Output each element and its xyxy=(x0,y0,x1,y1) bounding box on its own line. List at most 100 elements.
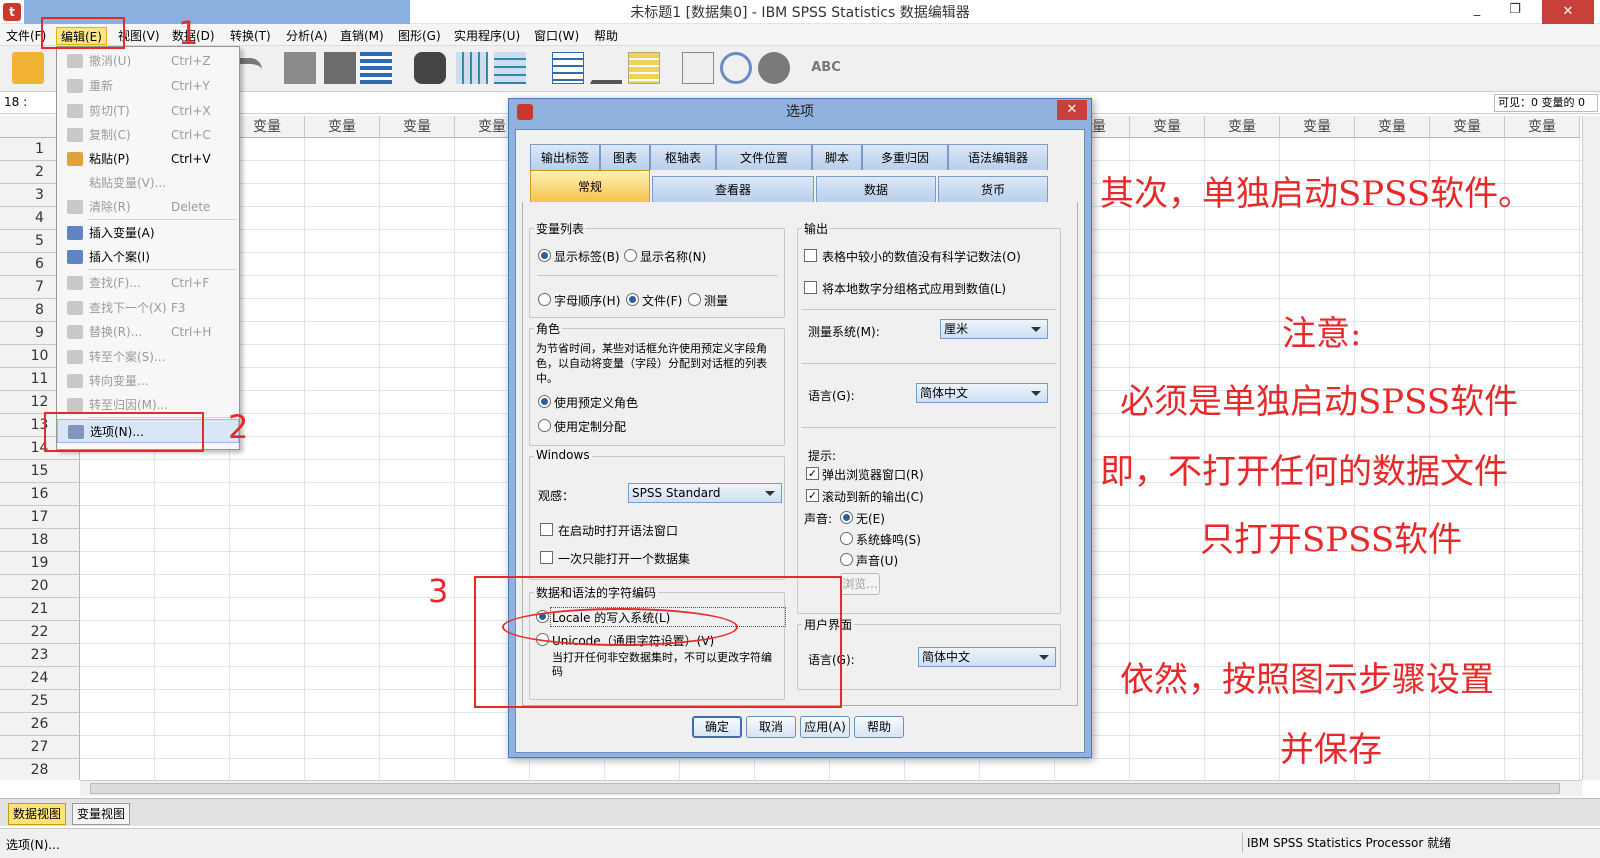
menu-item-copy[interactable]: 复制(C) Ctrl+C xyxy=(57,123,239,147)
menu-item-insert-case[interactable]: 插入个案(I) xyxy=(57,245,239,269)
radio-show-labels[interactable] xyxy=(538,249,551,262)
tab-data-view[interactable]: 数据视图 xyxy=(8,803,67,825)
cancel-button[interactable]: 取消 xyxy=(746,716,796,738)
tab-multiple-imputation[interactable]: 多重归因 xyxy=(862,144,948,170)
browse-button[interactable]: 浏览... xyxy=(840,573,880,595)
menu-item-paste-variables[interactable]: 粘贴变量(V)... xyxy=(57,171,239,195)
row-header[interactable]: 18 xyxy=(0,529,80,552)
variables-icon[interactable] xyxy=(360,52,392,84)
menu-graphs[interactable]: 图形(G) xyxy=(398,27,441,45)
row-header[interactable]: 15 xyxy=(0,460,80,483)
tab-currency[interactable]: 货币 xyxy=(938,176,1048,202)
column-header[interactable]: 变量 xyxy=(305,116,380,138)
open-folder-icon[interactable] xyxy=(12,52,44,84)
menu-utilities[interactable]: 实用程序(U) xyxy=(454,27,520,45)
use-sets-icon[interactable] xyxy=(720,52,752,84)
insert-case-icon[interactable] xyxy=(456,52,488,84)
scroll-thumb[interactable] xyxy=(90,783,1560,794)
menu-window[interactable]: 窗口(W) xyxy=(534,27,579,45)
menu-item-redo[interactable]: 重新 Ctrl+Y xyxy=(57,74,239,98)
ok-button[interactable]: 确定 xyxy=(692,716,742,738)
row-header[interactable]: 16 xyxy=(0,483,80,506)
goto-variable-icon[interactable] xyxy=(324,52,356,84)
menu-transform[interactable]: 转换(T) xyxy=(230,27,271,45)
show-all-variables-icon[interactable] xyxy=(758,52,790,84)
checkbox-apply-locale-grouping[interactable] xyxy=(804,281,817,294)
tab-output-labels[interactable]: 输出标签 xyxy=(530,144,600,170)
tab-viewer[interactable]: 查看器 xyxy=(652,176,814,202)
ui-language-select[interactable]: 简体中文 xyxy=(918,647,1056,667)
row-header[interactable]: 25 xyxy=(0,690,80,713)
tab-charts[interactable]: 图表 xyxy=(600,144,650,170)
column-header[interactable]: 变量 xyxy=(230,116,305,138)
help-button[interactable]: 帮助 xyxy=(854,716,904,738)
menu-item-undo[interactable]: 撤消(U) Ctrl+Z xyxy=(57,49,239,73)
radio-system-beep[interactable] xyxy=(840,532,853,545)
menu-item-clear[interactable]: 清除(R) Delete xyxy=(57,195,239,219)
column-header[interactable]: 变量 xyxy=(1430,116,1505,138)
menu-item-goto-case[interactable]: 转至个案(S)... xyxy=(57,345,239,369)
output-language-select[interactable]: 简体中文 xyxy=(916,383,1048,403)
row-header[interactable]: 27 xyxy=(0,736,80,759)
spell-check-icon[interactable]: ABC xyxy=(810,52,842,84)
column-header[interactable]: 变量 xyxy=(380,116,455,138)
restore-button[interactable]: ❐ xyxy=(1500,0,1530,20)
checkbox-open-syntax-window[interactable] xyxy=(540,523,553,536)
goto-case-icon[interactable] xyxy=(284,52,316,84)
checkbox-popup-viewer[interactable]: ✓ xyxy=(806,467,819,480)
weight-cases-icon[interactable] xyxy=(590,52,622,84)
row-header[interactable]: 26 xyxy=(0,713,80,736)
value-labels-icon[interactable] xyxy=(682,52,714,84)
minimize-button[interactable]: _ xyxy=(1462,0,1492,20)
column-header[interactable]: 变量 xyxy=(1130,116,1205,138)
tab-pivot-tables[interactable]: 枢轴表 xyxy=(650,144,716,170)
close-button[interactable]: ✕ xyxy=(1542,0,1594,24)
split-file-icon[interactable] xyxy=(552,52,584,84)
menu-item-find-next[interactable]: 查找下一个(X) F3 xyxy=(57,296,239,320)
column-header[interactable]: 变量 xyxy=(1505,116,1580,138)
vertical-scrollbar[interactable] xyxy=(1582,116,1600,780)
dialog-close-button[interactable]: ✕ xyxy=(1057,100,1087,120)
column-header[interactable]: 变量 xyxy=(1355,116,1430,138)
menu-item-goto-variable[interactable]: 转向变量... xyxy=(57,369,239,393)
radio-measurement[interactable] xyxy=(688,293,701,306)
tab-data[interactable]: 数据 xyxy=(816,176,936,202)
row-header[interactable]: 21 xyxy=(0,598,80,621)
tab-general[interactable]: 常规 xyxy=(530,170,650,202)
checkbox-one-dataset[interactable] xyxy=(540,551,553,564)
radio-alphabetical[interactable] xyxy=(538,293,551,306)
apply-button[interactable]: 应用(A) xyxy=(800,716,850,738)
menu-item-replace[interactable]: 替换(R)... Ctrl+H xyxy=(57,320,239,344)
checkbox-scroll-to-output[interactable]: ✓ xyxy=(806,489,819,502)
menu-analyze[interactable]: 分析(A) xyxy=(286,27,328,45)
row-header[interactable]: 24 xyxy=(0,667,80,690)
row-header[interactable]: 20 xyxy=(0,575,80,598)
radio-custom-assignments[interactable] xyxy=(538,419,551,432)
menu-help[interactable]: 帮助 xyxy=(594,27,618,45)
tab-syntax-editor[interactable]: 语法编辑器 xyxy=(948,144,1048,170)
radio-predefined-roles[interactable] xyxy=(538,395,551,408)
row-header[interactable]: 23 xyxy=(0,644,80,667)
row-header[interactable]: 19 xyxy=(0,552,80,575)
menu-item-cut[interactable]: 剪切(T) Ctrl+X xyxy=(57,99,239,123)
look-and-feel-select[interactable]: SPSS Standard xyxy=(628,483,782,503)
tab-file-locations[interactable]: 文件位置 xyxy=(716,144,812,170)
menu-item-paste[interactable]: 粘贴(P) Ctrl+V xyxy=(57,147,239,171)
measurement-system-select[interactable]: 厘米 xyxy=(940,319,1048,339)
menu-item-insert-variable[interactable]: 插入变量(A) xyxy=(57,221,239,245)
checkbox-no-scientific-notation[interactable] xyxy=(804,249,817,262)
tab-variable-view[interactable]: 变量视图 xyxy=(72,803,131,825)
select-cases-icon[interactable] xyxy=(628,52,660,84)
row-header[interactable]: 28 xyxy=(0,759,80,780)
radio-sound-file[interactable] xyxy=(840,553,853,566)
find-binoculars-icon[interactable] xyxy=(414,52,446,84)
radio-sound-none[interactable] xyxy=(840,511,853,524)
column-header[interactable]: 变量 xyxy=(1205,116,1280,138)
insert-variable-icon[interactable] xyxy=(494,52,526,84)
row-header[interactable]: 17 xyxy=(0,506,80,529)
row-header[interactable]: 22 xyxy=(0,621,80,644)
radio-file-order[interactable] xyxy=(626,293,639,306)
column-header[interactable]: 变量 xyxy=(1280,116,1355,138)
menu-direct-marketing[interactable]: 直销(M) xyxy=(340,27,384,45)
horizontal-scrollbar[interactable] xyxy=(80,780,1582,796)
